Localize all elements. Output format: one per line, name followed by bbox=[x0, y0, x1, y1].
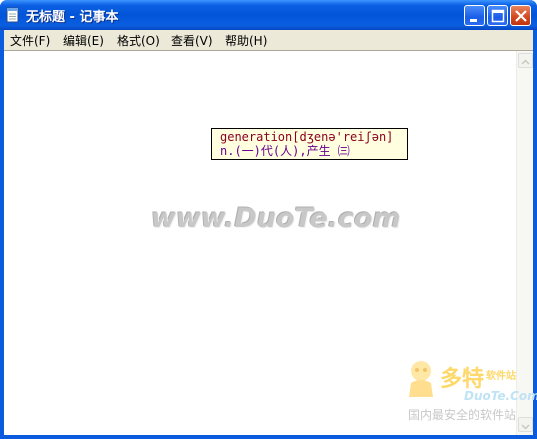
minimize-icon bbox=[470, 19, 477, 22]
menu-view[interactable]: 查看(V) bbox=[171, 32, 213, 49]
tooltip-word-phonetic: generation[dʒenə'reiʃən] bbox=[220, 130, 394, 144]
window-title: 无标题 - 记事本 bbox=[26, 10, 119, 25]
site-logo: 多特 软件站 DuoTe.Com 国内最安全的软件站 bbox=[404, 359, 537, 433]
text-editor-area[interactable]: generation[dʒenə'reiʃən] n.(一)代(人),产生 ㈢ … bbox=[4, 50, 537, 435]
menu-bar: 文件(F) 编辑(E) 格式(O) 查看(V) 帮助(H) bbox=[4, 30, 533, 50]
logo-domain: DuoTe.Com bbox=[464, 389, 537, 403]
tooltip-definition: n.(一)代(人),产生 ㈢ bbox=[220, 144, 350, 158]
menu-file[interactable]: 文件(F) bbox=[10, 32, 50, 49]
mascot-icon bbox=[409, 361, 433, 397]
maximize-icon bbox=[491, 9, 505, 23]
dictionary-tooltip: generation[dʒenə'reiʃən] n.(一)代(人),产生 ㈢ bbox=[211, 128, 408, 160]
title-bar[interactable]: 无标题 - 记事本 bbox=[0, 0, 537, 30]
scroll-up-button[interactable] bbox=[518, 53, 533, 68]
menu-help[interactable]: 帮助(H) bbox=[225, 32, 267, 49]
minimize-button[interactable] bbox=[464, 5, 485, 26]
notepad-app-icon[interactable] bbox=[6, 7, 20, 23]
logo-subtitle: 软件站 bbox=[486, 371, 516, 382]
menu-format[interactable]: 格式(O) bbox=[117, 32, 160, 49]
maximize-button[interactable] bbox=[487, 5, 508, 26]
scroll-up-icon bbox=[521, 59, 530, 65]
close-icon bbox=[515, 10, 527, 22]
notepad-window: 无标题 - 记事本 文件(F) 编辑(E) 格式(O) 查看(V) 帮助(H) … bbox=[0, 0, 537, 439]
close-button[interactable] bbox=[510, 5, 531, 26]
watermark-text: www.DuoTe.com bbox=[151, 203, 401, 234]
menu-edit[interactable]: 编辑(E) bbox=[63, 32, 104, 49]
logo-tagline: 国内最安全的软件站 bbox=[408, 408, 517, 422]
